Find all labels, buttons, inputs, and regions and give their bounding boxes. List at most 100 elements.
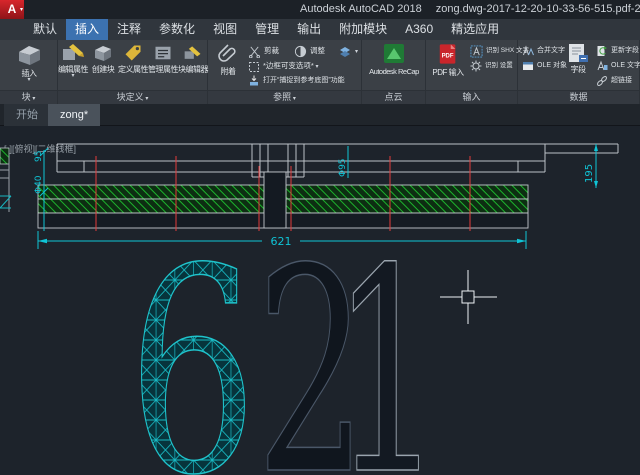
- field-icon: [567, 43, 589, 63]
- svg-text:PDF: PDF: [442, 53, 454, 59]
- hyperlink-icon: [596, 75, 608, 87]
- define-attributes-icon: [123, 43, 143, 63]
- panel-import: PDF PDF 输入 识别 SHX 文字 识别 设置 输入: [426, 40, 518, 104]
- panel-footer-data[interactable]: 数据: [518, 90, 639, 104]
- ribbon-tab-bar: 默认 插入 注释 参数化 视图 管理 输出 附加模块 A360 精选应用: [0, 19, 640, 40]
- panel-footer-block[interactable]: 块: [0, 90, 57, 104]
- field-button[interactable]: 字段: [564, 42, 592, 74]
- underlay-layers-icon: [338, 45, 352, 59]
- update-fields-button[interactable]: 更新字段: [596, 44, 639, 58]
- recognize-shx-icon: [470, 45, 483, 58]
- panel-data: 合并文字 OLE 对象 字段: [518, 40, 640, 104]
- tab-default[interactable]: 默认: [24, 19, 66, 40]
- tab-addins[interactable]: 附加模块: [330, 19, 396, 40]
- file-tab-bar: 开始 zong*: [0, 104, 640, 126]
- panel-footer-block-definition[interactable]: 块定义: [58, 90, 207, 104]
- panel-footer-point-cloud[interactable]: 点云: [362, 90, 425, 104]
- adjust-label: 调整: [310, 44, 325, 58]
- tab-manage[interactable]: 管理: [246, 19, 288, 40]
- ole-object-button[interactable]: OLE 对象: [522, 59, 567, 73]
- dim-middle: Φ95: [338, 158, 348, 177]
- crosshair: [440, 270, 497, 324]
- tab-view[interactable]: 视图: [204, 19, 246, 40]
- create-block-button[interactable]: 创建块: [88, 42, 118, 74]
- frame-option-dropdown[interactable]: *边框可变选项*: [248, 59, 319, 74]
- underlay-layers-button[interactable]: [338, 44, 358, 59]
- create-block-icon: [93, 43, 113, 63]
- panel-reference: 附着 剪裁 调整: [208, 40, 362, 104]
- settings-gear-icon: [470, 60, 482, 72]
- frame-option-label: *边框可变选项*: [263, 59, 319, 74]
- tab-insert[interactable]: 插入: [66, 19, 108, 40]
- tab-a360[interactable]: A360: [396, 19, 442, 40]
- drawing-svg: [-][俯视][二维线框]: [0, 126, 640, 475]
- frame-option-icon: [248, 61, 260, 73]
- attach-label: 附着: [212, 67, 244, 76]
- app-title: Autodesk AutoCAD 2018: [300, 3, 422, 15]
- update-fields-icon: [596, 45, 608, 57]
- file-tab-start[interactable]: 开始: [4, 104, 50, 126]
- recap-label: Autodesk ReCap: [368, 67, 420, 76]
- manage-attributes-label: 管理属性: [148, 65, 178, 74]
- edit-attribute-dropdown-icon[interactable]: [58, 74, 88, 79]
- big-text-621: 6 2 1: [128, 208, 443, 475]
- window-title: Autodesk AutoCAD 2018 zong.dwg-2017-12-20…: [300, 0, 640, 19]
- dim-right: 195: [584, 164, 595, 183]
- autodesk-recap-button[interactable]: Autodesk ReCap: [368, 42, 420, 76]
- panel-footer-import[interactable]: 输入: [426, 90, 517, 104]
- ole-object-icon: [522, 60, 534, 72]
- edit-attribute-button[interactable]: 编辑属性: [58, 42, 88, 79]
- insert-block-icon: [16, 43, 42, 67]
- app-menu-button[interactable]: A: [0, 0, 24, 19]
- panel-block-definition: 编辑属性 创建块 定义属性: [58, 40, 208, 104]
- ole-text-button[interactable]: OLE 文字: [596, 59, 640, 73]
- autocad-window: A Autodesk AutoCAD 2018 zong.dwg-2017-12-…: [0, 0, 640, 475]
- block-editor-icon: [183, 43, 203, 63]
- define-attributes-label: 定义属性: [118, 65, 148, 74]
- snap-to-underlay-toggle[interactable]: 打开“捕捉到参考底图”功能: [248, 74, 345, 88]
- ribbon: 插入 块 编辑属性 创建块: [0, 40, 640, 104]
- left-edge-fragment: [0, 148, 11, 212]
- field-label: 字段: [564, 65, 592, 74]
- dim-left-top: 95: [34, 151, 44, 162]
- hyperlink-label: 超链接: [611, 74, 632, 88]
- drawing-canvas[interactable]: [-][俯视][二维线框]: [0, 126, 640, 475]
- attach-button[interactable]: 附着: [212, 42, 244, 76]
- block-editor-label: 块编辑器: [178, 65, 208, 74]
- insert-block-button[interactable]: 插入: [2, 42, 56, 83]
- panel-block: 插入 块: [0, 40, 58, 104]
- clip-button[interactable]: 剪裁: [248, 44, 279, 58]
- update-fields-label: 更新字段: [611, 44, 639, 58]
- insert-dropdown-icon[interactable]: [2, 78, 56, 83]
- block-editor-button[interactable]: 块编辑器: [178, 42, 208, 74]
- manage-attributes-button[interactable]: 管理属性: [148, 42, 178, 74]
- document-title: zong.dwg-2017-12-20-10-33-56-515.pdf-201…: [436, 3, 640, 15]
- panel-footer-reference[interactable]: 参照: [208, 90, 361, 104]
- manage-attributes-icon: [153, 43, 173, 63]
- combine-text-button[interactable]: 合并文字: [522, 44, 565, 58]
- recap-icon: [381, 43, 407, 65]
- tab-annotate[interactable]: 注释: [108, 19, 150, 40]
- adjust-icon: [294, 45, 307, 58]
- tab-featured-apps[interactable]: 精选应用: [442, 19, 508, 40]
- adjust-button[interactable]: 调整: [294, 44, 325, 58]
- big-digit-6: 6: [128, 208, 257, 475]
- clip-label: 剪裁: [264, 44, 279, 58]
- combine-text-icon: [522, 45, 534, 57]
- tab-parametric[interactable]: 参数化: [150, 19, 204, 40]
- pdf-import-button[interactable]: PDF PDF 输入: [428, 42, 468, 77]
- clip-icon: [248, 45, 261, 58]
- recognition-settings-button[interactable]: 识别 设置: [470, 59, 513, 73]
- pdf-import-icon: PDF: [437, 43, 459, 66]
- ole-text-label: OLE 文字: [611, 59, 640, 73]
- hyperlink-button[interactable]: 超链接: [596, 74, 632, 88]
- panel-point-cloud: Autodesk ReCap 点云: [362, 40, 426, 104]
- recognition-settings-label: 识别 设置: [485, 59, 513, 73]
- edit-attribute-icon: [61, 43, 85, 63]
- attach-icon: [216, 43, 240, 65]
- tab-output[interactable]: 输出: [288, 19, 330, 40]
- create-block-label: 创建块: [88, 65, 118, 74]
- snap-to-underlay-label: 打开“捕捉到参考底图”功能: [263, 74, 345, 88]
- file-tab-zong[interactable]: zong*: [48, 104, 100, 126]
- define-attributes-button[interactable]: 定义属性: [118, 42, 148, 74]
